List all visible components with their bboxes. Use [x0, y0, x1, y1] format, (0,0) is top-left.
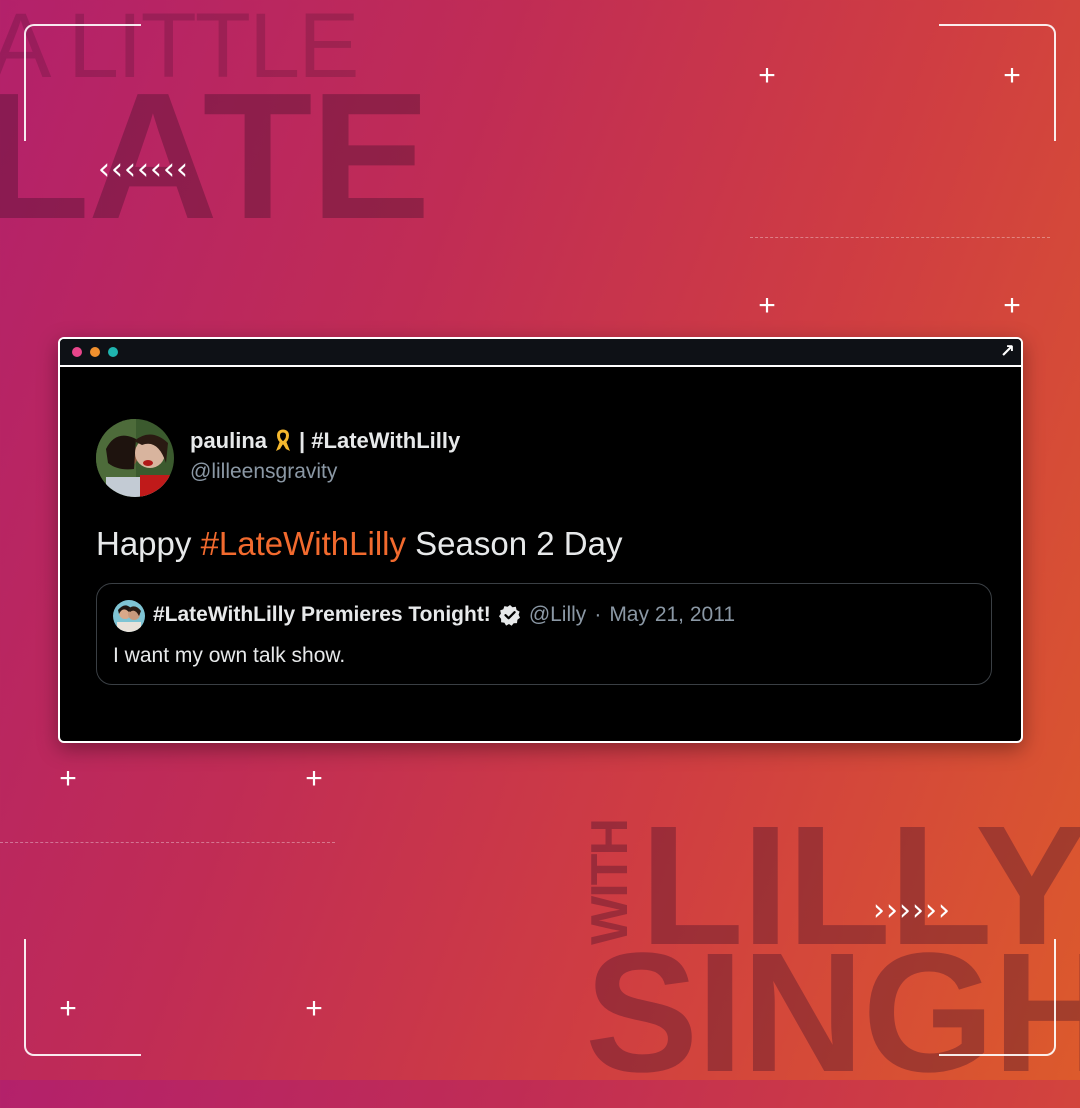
quoted-tweet[interactable]: #LateWithLilly Premieres Tonight! @Lilly…	[96, 583, 992, 685]
window-dot-orange-icon[interactable]	[90, 347, 100, 357]
chevrons-right-icon: ››››››	[873, 893, 951, 928]
plus-icon: +	[758, 59, 776, 92]
ribbon-icon	[276, 429, 291, 451]
quoted-avatar[interactable]	[113, 600, 145, 632]
quoted-separator: ·	[594, 603, 602, 626]
user-handle[interactable]: @lilleensgravity	[190, 460, 337, 484]
display-name-suffix[interactable]: | #LateWithLilly	[299, 428, 460, 454]
display-name-row: paulina | #LateWithLilly	[190, 428, 460, 454]
plus-icon: +	[1003, 59, 1021, 92]
tweet-text-after: Season 2 Day	[406, 525, 623, 562]
tweet-window: ↗ paulina | #LateWithLilly @lilleensgrav…	[58, 337, 1023, 743]
window-dot-pink-icon[interactable]	[72, 347, 82, 357]
window-dot-teal-icon[interactable]	[108, 347, 118, 357]
frame-corner-bottom-right	[939, 939, 1056, 1056]
chevrons-left-icon: ‹‹‹‹‹‹‹	[98, 152, 189, 187]
quoted-header: #LateWithLilly Premieres Tonight! @Lilly…	[153, 603, 735, 627]
frame-corner-bottom-left	[24, 939, 141, 1056]
quoted-display-name[interactable]: #LateWithLilly Premieres Tonight!	[153, 603, 491, 627]
plus-icon: +	[59, 992, 77, 1025]
verified-badge-icon	[498, 605, 520, 626]
divider-dashed	[750, 237, 1050, 238]
quoted-date[interactable]: May 21, 2011	[609, 603, 735, 627]
tweet-text-before: Happy	[96, 525, 201, 562]
plus-icon: +	[59, 762, 77, 795]
quoted-text: I want my own talk show.	[113, 644, 346, 667]
quoted-handle[interactable]: @Lilly	[529, 603, 587, 627]
display-name[interactable]: paulina	[190, 428, 267, 454]
plus-icon: +	[305, 992, 323, 1025]
expand-arrow-icon[interactable]: ↗	[1000, 341, 1015, 362]
plus-icon: +	[305, 762, 323, 795]
plus-icon: +	[1003, 289, 1021, 322]
tweet-text: Happy #LateWithLilly Season 2 Day	[96, 525, 622, 563]
hashtag-link[interactable]: #LateWithLilly	[201, 525, 406, 562]
frame-corner-top-right	[939, 24, 1056, 141]
frame-corner-top-left	[24, 24, 141, 141]
divider-dashed	[0, 842, 335, 843]
window-titlebar: ↗	[60, 339, 1021, 367]
plus-icon: +	[758, 289, 776, 322]
avatar[interactable]	[96, 419, 174, 497]
